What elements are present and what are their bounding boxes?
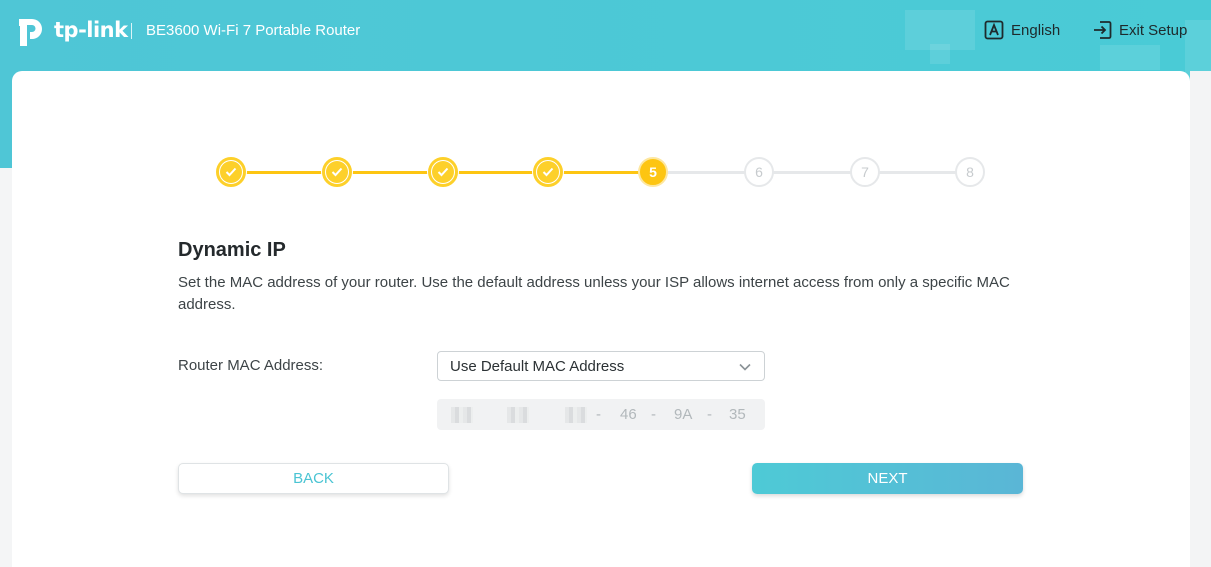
step-1 [216,157,246,187]
mac-separator: - [596,406,601,423]
mac-address-display: - 46 - 9A - 35 [437,399,765,430]
mac-separator: - [651,406,656,423]
check-icon [437,167,449,177]
chevron-down-icon [739,363,751,371]
back-button[interactable]: BACK [178,463,449,494]
blurred-octet [451,407,473,423]
step-2 [322,157,352,187]
check-icon [225,167,237,177]
step-6: 6 [744,157,774,187]
page-description: Set the MAC address of your router. Use … [178,274,1010,313]
blurred-octet [507,407,529,423]
blurred-octet [565,407,587,423]
step-8: 8 [955,157,985,187]
router-mac-label: Router MAC Address: [178,357,324,374]
step-5: 5 [638,157,668,187]
step-7: 7 [850,157,880,187]
next-button[interactable]: NEXT [752,463,1023,494]
setup-stepper: 5 6 7 8 [0,0,1211,200]
mac-octet-4: 46 [620,406,637,423]
stepper-line-pending [667,171,957,174]
check-icon [331,167,343,177]
mac-octet-5: 9A [674,406,693,423]
step-3 [428,157,458,187]
page-title: Dynamic IP [178,239,286,261]
mac-address-select[interactable]: Use Default MAC Address [437,351,765,381]
mac-select-value: Use Default MAC Address [450,357,625,375]
step-4 [533,157,563,187]
mac-separator: - [707,406,712,423]
mac-octet-6: 35 [729,406,746,423]
check-icon [542,167,554,177]
